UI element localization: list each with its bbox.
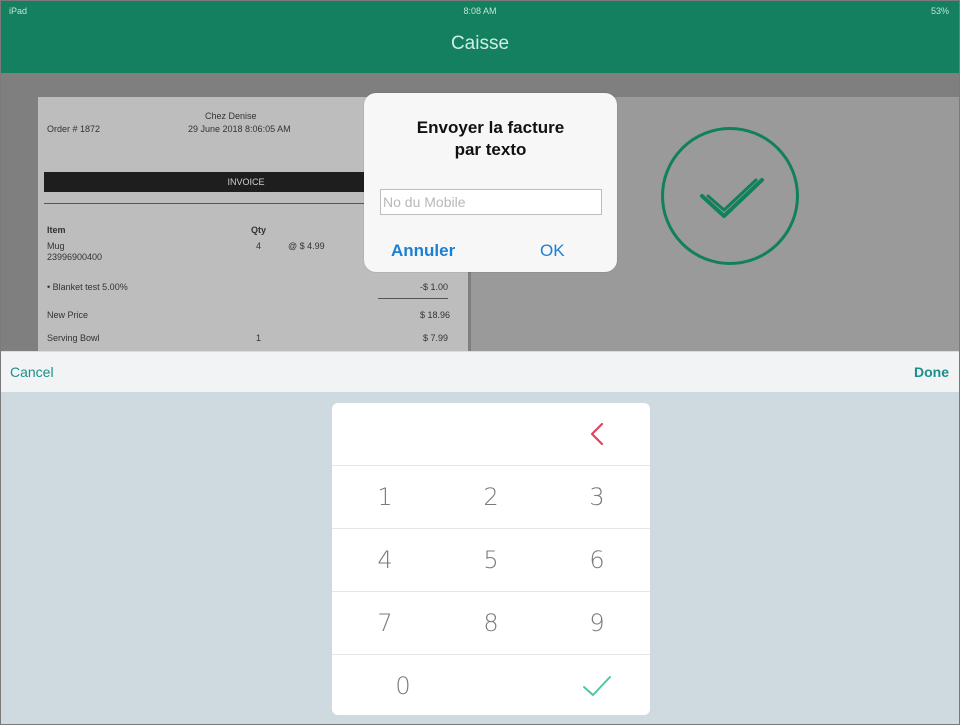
- keypad-row: [332, 403, 650, 465]
- item-qty: 1: [256, 333, 262, 343]
- clock: 8:08 AM: [463, 6, 497, 16]
- key-8[interactable]: 8: [438, 592, 544, 654]
- success-check-icon: [661, 127, 799, 265]
- column-qty: Qty: [251, 225, 267, 235]
- key-9[interactable]: 9: [544, 592, 650, 654]
- mobile-number-input[interactable]: [380, 189, 602, 215]
- key-1[interactable]: 1: [332, 466, 438, 528]
- dialog-title-line2: par texto: [454, 140, 527, 159]
- ok-button[interactable]: OK: [540, 241, 565, 261]
- item-name: Serving Bowl: [47, 333, 100, 343]
- new-price-label: New Price: [47, 310, 89, 320]
- key-0[interactable]: 0: [350, 655, 456, 717]
- discount-amount: -$ 1.00: [420, 282, 449, 292]
- confirm-key[interactable]: [544, 655, 650, 717]
- subtotal-line: [378, 298, 448, 299]
- checkmark-icon: [581, 676, 613, 706]
- key-5[interactable]: 5: [438, 529, 544, 591]
- item-unit-price: @ $ 4.99: [288, 241, 325, 251]
- cancel-button[interactable]: Annuler: [391, 241, 455, 261]
- dialog-title: Envoyer la facture par texto: [364, 117, 617, 161]
- keypad-row: 7 8 9: [332, 592, 650, 654]
- nav-bar: Caisse: [1, 23, 959, 73]
- column-item: Item: [47, 225, 66, 235]
- toolbar-cancel-button[interactable]: Cancel: [10, 364, 54, 380]
- store-name: Chez Denise: [205, 111, 257, 121]
- item-sku: 23996900400: [47, 252, 103, 262]
- discount-label: • Blanket test 5.00%: [47, 282, 128, 292]
- item-qty: 4: [256, 241, 262, 251]
- chevron-left-icon: [583, 422, 611, 454]
- item-name: Mug: [47, 241, 65, 251]
- keyboard-toolbar: Cancel Done: [1, 351, 959, 392]
- key-2[interactable]: 2: [438, 466, 544, 528]
- page-title: Caisse: [450, 33, 510, 54]
- number-pad: 1 2 3 4 5 6 7 8 9 0: [332, 403, 650, 715]
- battery-label: 53%: [930, 6, 949, 16]
- dialog-title-line1: Envoyer la facture: [416, 118, 565, 137]
- send-invoice-dialog: Envoyer la facture par texto Annuler OK: [364, 93, 617, 272]
- key-3[interactable]: 3: [544, 466, 650, 528]
- keypad-row: 1 2 3: [332, 466, 650, 528]
- status-bar: iPad 8:08 AM 53%: [1, 1, 959, 23]
- key-6[interactable]: 6: [544, 529, 650, 591]
- order-number: Order # 1872: [47, 124, 101, 134]
- key-4[interactable]: 4: [332, 529, 438, 591]
- toolbar-done-button[interactable]: Done: [914, 364, 949, 380]
- backspace-key[interactable]: [544, 403, 650, 465]
- key-7[interactable]: 7: [332, 592, 438, 654]
- new-price-amount: $ 18.96: [420, 310, 451, 320]
- item-amount: $ 7.99: [423, 333, 449, 343]
- order-date: 29 June 2018 8:06:05 AM: [188, 124, 291, 134]
- keypad-row: 4 5 6: [332, 529, 650, 591]
- keypad-row: 0: [332, 655, 650, 717]
- app-window: iPad 8:08 AM 53% Caisse Chez Denise Orde…: [0, 0, 960, 725]
